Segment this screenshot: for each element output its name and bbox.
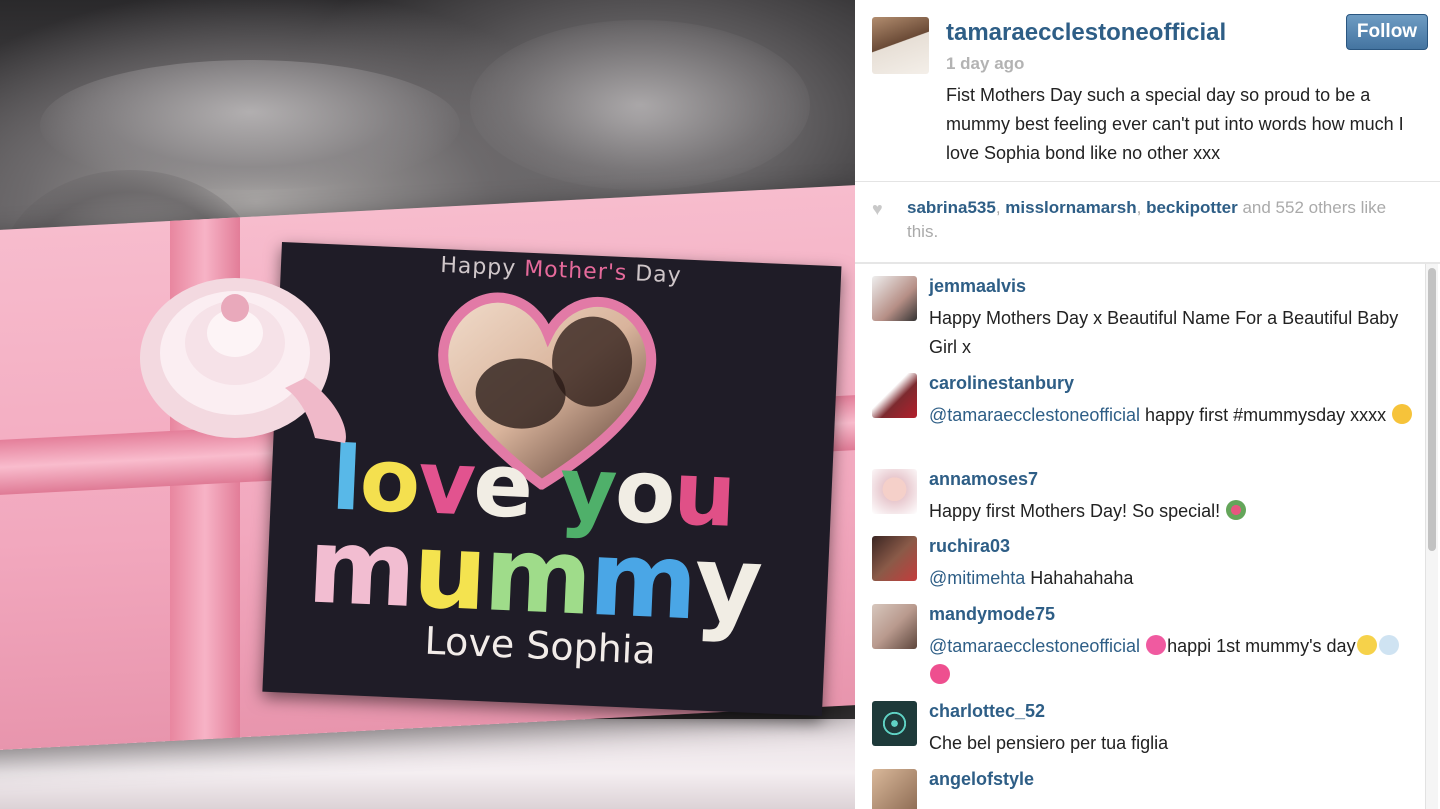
bedsheet-fold [40, 60, 460, 190]
card-letter: y [692, 521, 763, 647]
comment-text: Happy Mothers Day x Beautiful Name For a… [929, 308, 1399, 357]
likes-summary: ♥ sabrina535, misslornamarsh, beckipotte… [872, 196, 1412, 244]
card-letter: m [586, 516, 698, 644]
pink-heart-emoji-icon [1146, 635, 1167, 655]
post-timestamp: 1 day ago [946, 54, 1025, 73]
comment-avatar[interactable] [872, 276, 917, 321]
comment-username[interactable]: ruchira03 [929, 536, 1010, 557]
card-letter: m [481, 512, 593, 639]
avatar[interactable] [872, 17, 929, 74]
comment-text: @tamaraecclestoneofficial happy first #m… [929, 401, 1414, 430]
comment-mention[interactable]: @mitimehta [929, 568, 1025, 588]
mummy-text: mummy [305, 504, 762, 646]
love-sophia-text: Love Sophia [423, 618, 657, 673]
comment-avatar[interactable] [872, 536, 917, 581]
fabric-rose [140, 278, 346, 443]
comment-avatar[interactable] [872, 469, 917, 514]
comment-text: @tamaraecclestoneofficial happi 1st mumm… [929, 632, 1414, 690]
post-photo[interactable]: Happy Mother's Day love you mummy Love S… [0, 0, 855, 809]
post-side-panel: tamaraecclestoneofficial 1 day ago Follo… [855, 0, 1440, 809]
card-header-mothers: Mother's [523, 256, 628, 287]
post-caption: Fist Mothers Day such a special day so p… [946, 85, 1404, 163]
sparkle-emoji-icon [1356, 635, 1377, 655]
comment-mention[interactable]: @tamaraecclestoneofficial [929, 405, 1140, 425]
card-letter: m [305, 504, 416, 631]
comment-username[interactable]: charlottec_52 [929, 701, 1045, 722]
comment-text: @mitimehta Hahahahaha [929, 568, 1134, 588]
bedsheet-fold [470, 20, 810, 190]
like-user-link[interactable]: sabrina535 [907, 198, 996, 217]
card-header-day: Day [626, 261, 683, 289]
like-user-link[interactable]: misslornamarsh [1005, 198, 1136, 217]
comment-avatar[interactable] [872, 604, 917, 649]
like-user-link[interactable]: beckipotter [1146, 198, 1238, 217]
comment-username[interactable]: mandymode75 [929, 604, 1055, 625]
comment-avatar[interactable] [872, 373, 917, 418]
like-separator: , [995, 198, 1006, 217]
comments-scrollbar-thumb[interactable] [1428, 268, 1436, 551]
comment-avatar[interactable] [872, 769, 917, 809]
comment-text: Happy first Mothers Day! So special! [929, 497, 1414, 526]
divider [855, 181, 1440, 182]
card-letter: u [410, 509, 487, 635]
card-header-happy: Happy [439, 252, 525, 282]
comment-username[interactable]: jemmaalvis [929, 276, 1026, 297]
follow-button[interactable]: Follow [1346, 14, 1428, 50]
bouquet-emoji-icon [1226, 500, 1247, 520]
post-username[interactable]: tamaraecclestoneofficial [946, 19, 1226, 47]
baby-bottle-emoji-icon [1378, 635, 1399, 655]
gift-heart-emoji-icon [930, 664, 950, 684]
comments-list[interactable]: jemmaalvis Happy Mothers Day x Beautiful… [855, 264, 1440, 809]
comment-username[interactable]: angelofstyle [929, 769, 1034, 790]
comment-username[interactable]: annamoses7 [929, 469, 1038, 490]
like-separator: , [1136, 198, 1147, 217]
comment-mention[interactable]: @tamaraecclestoneofficial [929, 636, 1140, 656]
comment-text: Che bel pensiero per tua figlia [929, 733, 1169, 753]
comment-avatar[interactable] [872, 701, 917, 746]
heart-icon[interactable]: ♥ [872, 200, 890, 218]
comment-username[interactable]: carolinestanbury [929, 373, 1074, 394]
kiss-emoji-icon [1392, 404, 1413, 424]
